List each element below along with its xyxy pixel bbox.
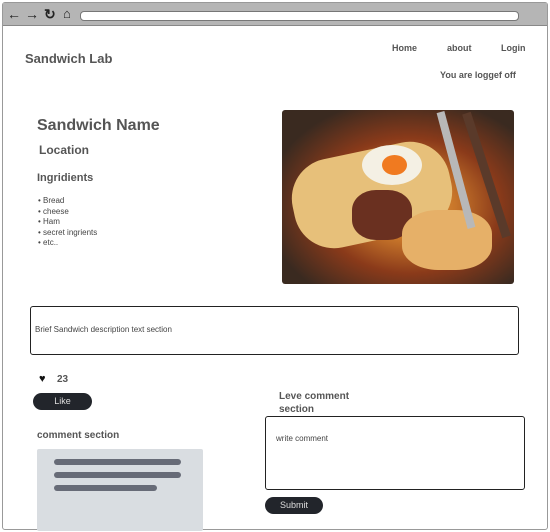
comment-input-placeholder: write comment (276, 434, 329, 443)
sandwich-name: Sandwich Name (37, 117, 160, 134)
nav-about[interactable]: about (447, 43, 472, 53)
comment-text-placeholder (54, 472, 181, 478)
leave-comment-heading: Leve comment section (279, 391, 350, 415)
sandwich-photo (282, 110, 514, 284)
forward-icon[interactable]: → (25, 6, 39, 22)
browser-toolbar: ← → ↻ ⌂ (3, 3, 547, 26)
comment-card (37, 449, 203, 531)
comment-input[interactable]: write comment (265, 416, 525, 490)
ingredients-list: • Bread • cheese • Ham • secret ingrient… (38, 196, 97, 249)
description-box: Brief Sandwich description text section (30, 306, 519, 355)
comment-text-placeholder (54, 459, 181, 465)
reload-icon[interactable]: ↻ (44, 6, 56, 22)
like-count: 23 (57, 374, 69, 385)
ingredient-item: • cheese (38, 206, 69, 216)
site-title: Sandwich Lab (25, 51, 113, 66)
address-bar[interactable] (80, 11, 519, 21)
nav-home[interactable]: Home (392, 43, 417, 53)
ingredient-item: • secret ingrients (38, 227, 98, 237)
like-button[interactable]: Like (33, 393, 92, 410)
ingredient-item: • Ham (38, 217, 60, 226)
heart-icon: ♥ (39, 373, 46, 385)
comment-text-placeholder (54, 485, 157, 491)
ingredients-heading: Ingridients (37, 172, 94, 184)
login-status: You are loggef off (440, 70, 516, 80)
sandwich-location: Location (39, 143, 89, 157)
home-icon[interactable]: ⌂ (63, 6, 71, 22)
ingredient-item: • Bread (38, 196, 65, 205)
description-text: Brief Sandwich description text section (35, 325, 172, 334)
submit-button[interactable]: Submit (265, 497, 323, 514)
ingredient-item: • etc.. (38, 238, 59, 247)
comment-section-heading: comment section (37, 430, 120, 441)
nav-login[interactable]: Login (501, 43, 526, 53)
back-icon[interactable]: ← (7, 6, 21, 22)
